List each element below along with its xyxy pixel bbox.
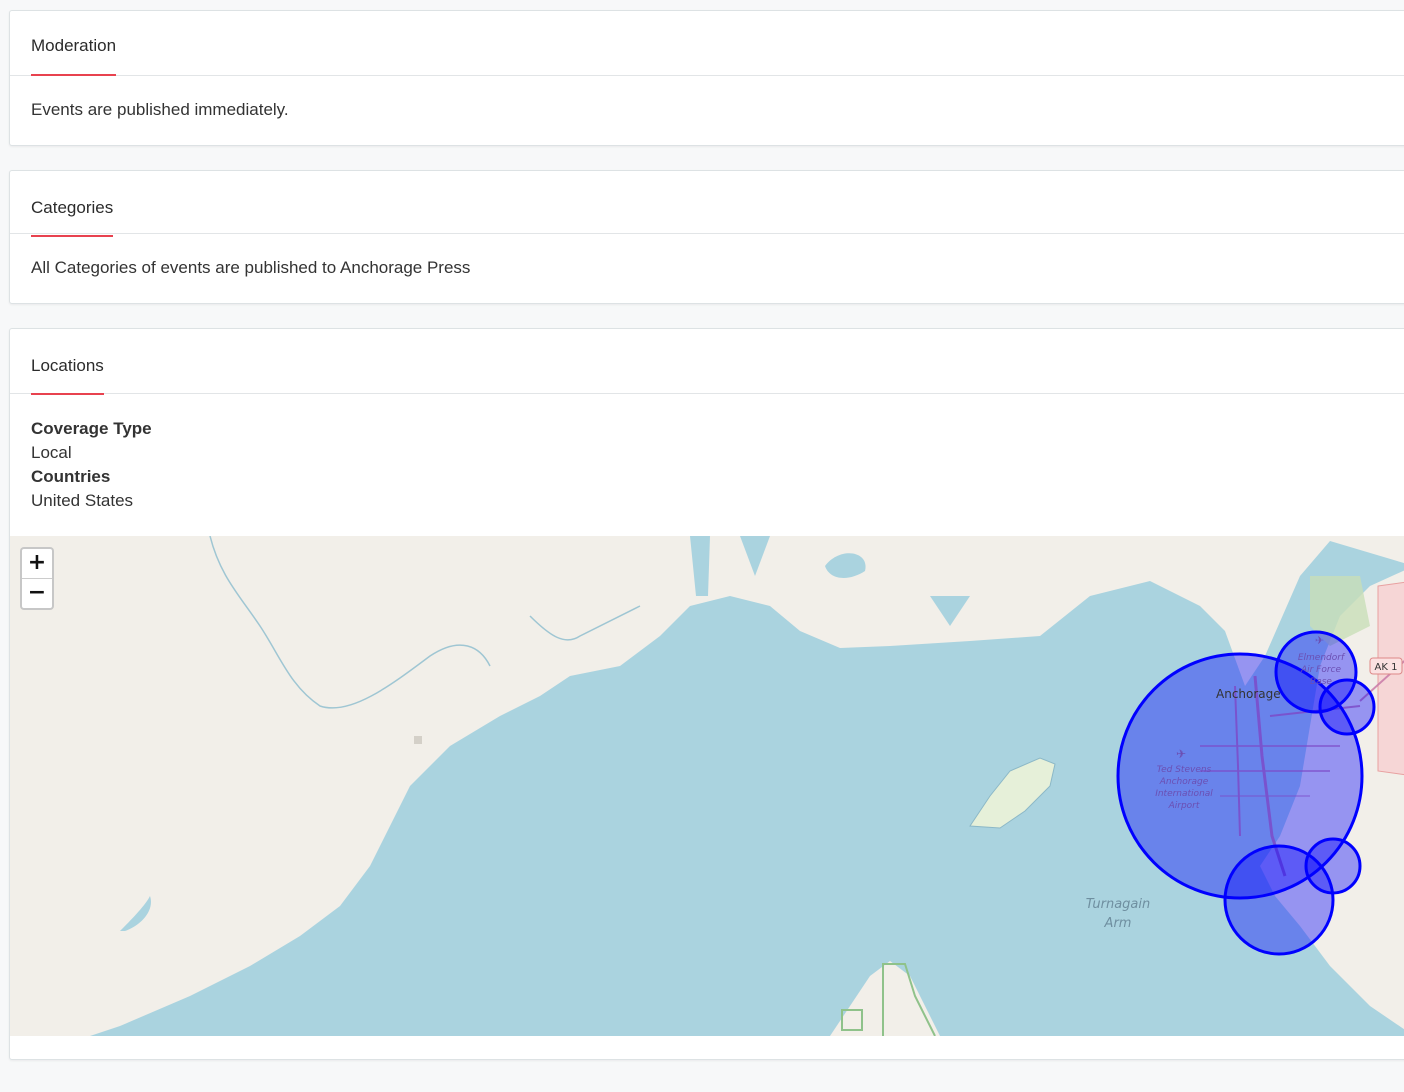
svg-text:Air Force: Air Force: [1300, 665, 1342, 675]
zoom-out-button[interactable]: −: [22, 579, 52, 608]
restricted-area: [1377, 581, 1404, 776]
coverage-type-value: Local: [31, 443, 72, 462]
moderation-card: Moderation Events are published immediat…: [9, 10, 1404, 146]
moderation-header: Moderation: [10, 11, 1404, 76]
svg-text:Anchorage: Anchorage: [1159, 777, 1209, 787]
locations-header: Locations: [10, 329, 1404, 395]
categories-title: Categories: [31, 198, 114, 237]
svg-text:Turnagain: Turnagain: [1086, 897, 1151, 912]
moderation-text: Events are published immediately.: [31, 100, 289, 119]
map-canvas[interactable]: AK 1 Anchorage Ted Stevens Anchorage Int…: [10, 536, 1404, 1036]
svg-text:Elmendorf: Elmendorf: [1298, 653, 1346, 663]
countries-value: United States: [31, 491, 134, 510]
airport-icon: ✈: [1176, 747, 1186, 761]
svg-text:Arm: Arm: [1104, 916, 1132, 931]
locations-card: Locations Coverage Type Local Countries …: [9, 328, 1404, 1060]
svg-text:Ted Stevens: Ted Stevens: [1157, 765, 1212, 775]
coverage-map[interactable]: + − AK 1 Anchorage Ted Stevens Anchorage…: [10, 536, 1404, 1036]
categories-text: All Categories of events are published t…: [31, 258, 471, 277]
svg-text:Airport: Airport: [1168, 801, 1200, 811]
categories-card: Categories All Categories of events are …: [9, 170, 1404, 304]
coverage-type-label: Coverage Type: [31, 419, 152, 438]
road-label: AK 1: [1375, 662, 1398, 673]
svg-text:International: International: [1155, 789, 1213, 799]
moderation-title: Moderation: [31, 36, 117, 76]
locations-title: Locations: [31, 356, 104, 395]
countries-label: Countries: [31, 467, 111, 486]
zoom-in-button[interactable]: +: [22, 549, 52, 579]
zoom-control: + −: [20, 547, 54, 610]
airbase-icon: ✈: [1315, 634, 1324, 647]
city-label: Anchorage: [1216, 687, 1281, 701]
categories-header: Categories: [10, 171, 1404, 237]
coverage-circle-east[interactable]: [1318, 678, 1376, 736]
svg-text:Base: Base: [1310, 677, 1332, 687]
coverage-circle-southeast[interactable]: [1304, 837, 1362, 895]
map-marker-square: [414, 736, 422, 744]
